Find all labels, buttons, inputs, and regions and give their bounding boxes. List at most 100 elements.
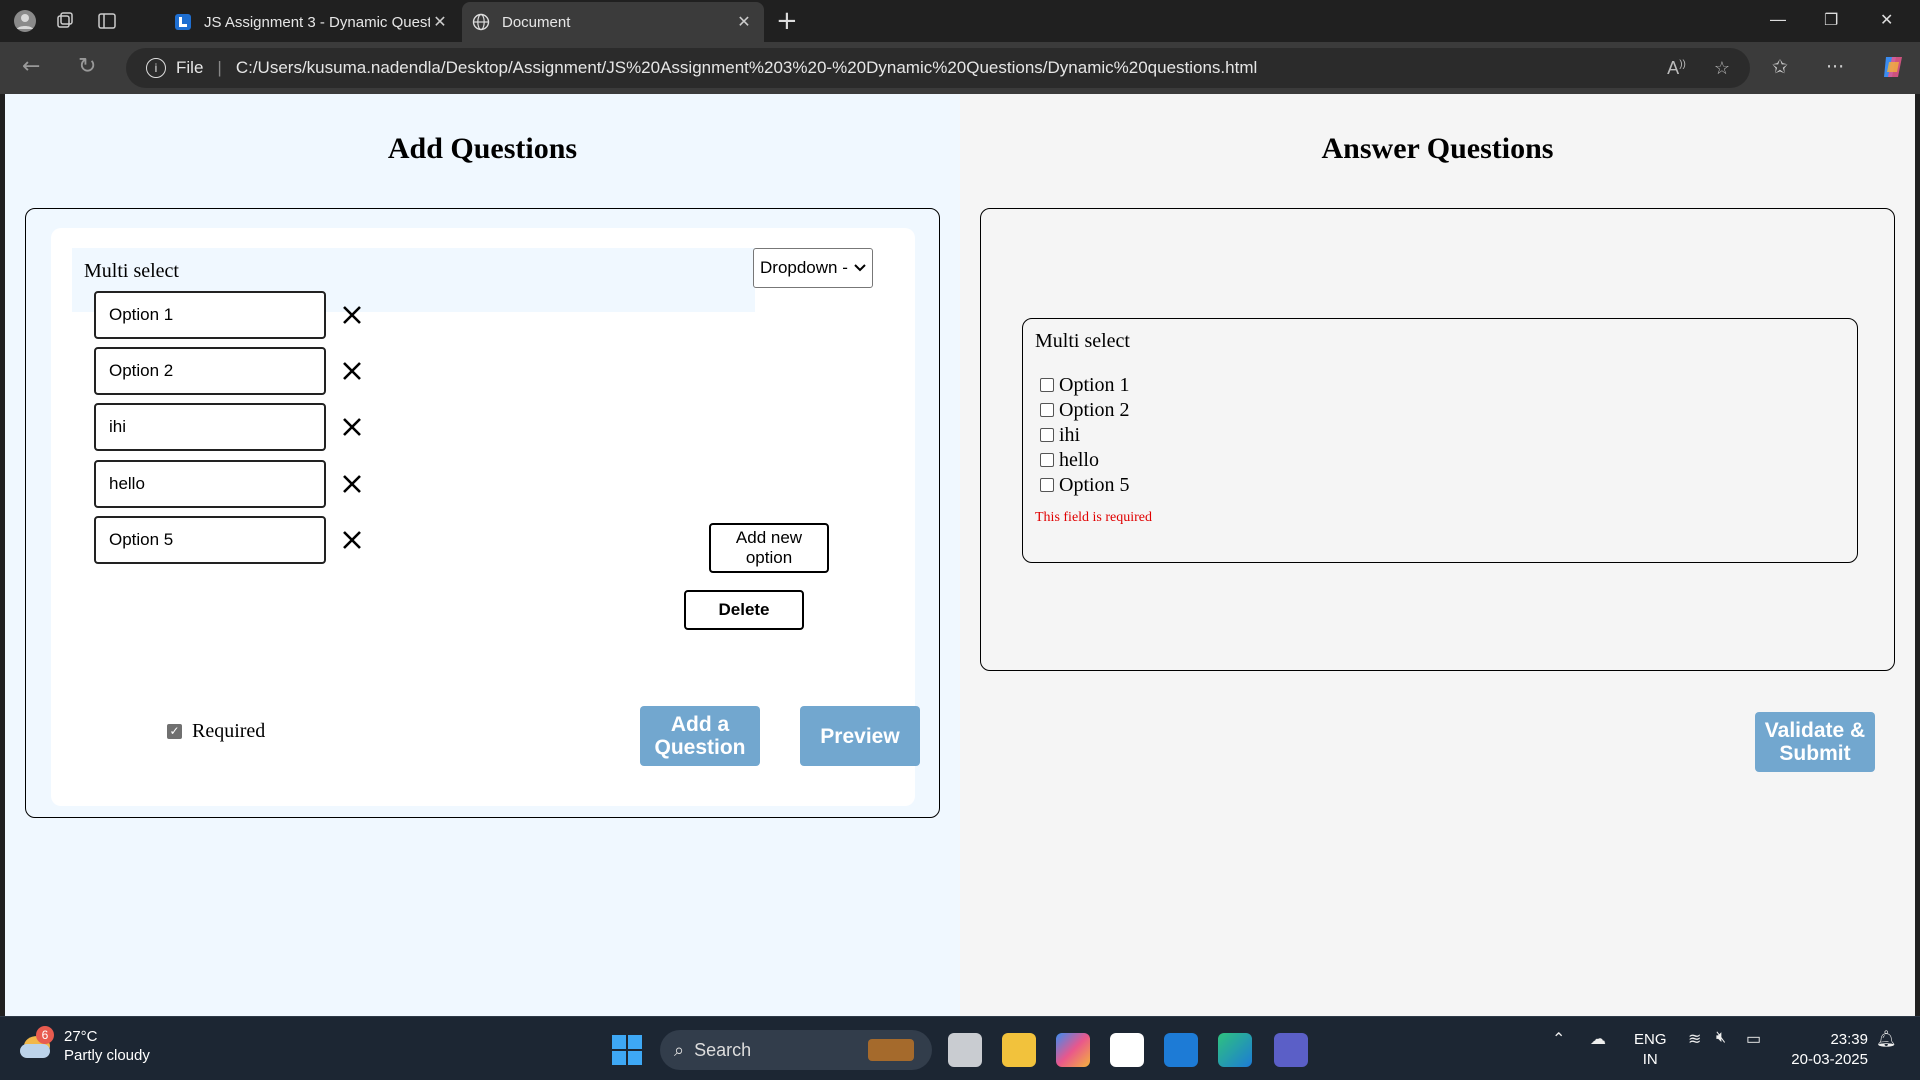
- required-checkbox[interactable]: ✓: [167, 724, 182, 739]
- weather-badge: 6: [36, 1026, 54, 1044]
- option-checkbox[interactable]: [1040, 428, 1054, 442]
- clock-date: 20-03-2025: [1791, 1051, 1868, 1068]
- language-indicator[interactable]: ENG IN: [1634, 1030, 1667, 1070]
- close-tab-icon[interactable]: ✕: [430, 12, 450, 32]
- option-label: hello: [1059, 448, 1099, 471]
- option-label: Option 1: [1059, 373, 1130, 396]
- refresh-icon[interactable]: ↻: [78, 54, 96, 79]
- workspaces-icon[interactable]: [52, 8, 78, 34]
- profile-icon[interactable]: [12, 8, 38, 34]
- remove-option-icon[interactable]: [338, 413, 366, 441]
- restore-icon[interactable]: ❐: [1824, 10, 1838, 29]
- battery-icon[interactable]: ▭: [1746, 1029, 1761, 1049]
- edge-icon[interactable]: [1218, 1033, 1252, 1067]
- option-label: Option 2: [1059, 398, 1130, 421]
- add-question-button[interactable]: Add a Question: [640, 706, 760, 766]
- answer-question-title: Multi select: [1035, 330, 1130, 352]
- option-checkbox[interactable]: [1040, 403, 1054, 417]
- taskbar-search[interactable]: ⌕ Search: [660, 1030, 932, 1070]
- answer-option[interactable]: ihi: [1040, 423, 1080, 447]
- weather-temp: 27°C: [64, 1028, 98, 1045]
- notifications-bell-icon[interactable]: 🔔︎: [1876, 1029, 1896, 1049]
- minimize-icon[interactable]: ―: [1770, 10, 1786, 29]
- remove-option-icon[interactable]: [338, 357, 366, 385]
- answer-questions-heading: Answer Questions: [1321, 132, 1554, 165]
- search-label: Search: [694, 1039, 752, 1060]
- copilot-app-icon[interactable]: [1056, 1033, 1090, 1067]
- url-text: C:/Users/kusuma.nadendla/Desktop/Assignm…: [235, 58, 1258, 77]
- remove-option-icon[interactable]: [338, 526, 366, 554]
- validation-error: This field is required: [1035, 510, 1153, 525]
- file-explorer-icon[interactable]: [1002, 1033, 1036, 1067]
- page-content: Add Questions Answer Questions Multi sel…: [5, 94, 1915, 1016]
- browser-tab-bar: JS Assignment 3 - Dynamic Questions ✕ Do…: [0, 0, 1920, 42]
- taskbar: 6 27°C Partly cloudy ⌕ Search ⌃ ☁ ENG IN…: [0, 1016, 1920, 1080]
- option-input[interactable]: hello: [94, 460, 326, 508]
- site-favicon-icon: [174, 13, 192, 31]
- vertical-tabs-icon[interactable]: [94, 8, 120, 34]
- back-icon[interactable]: ←: [22, 54, 40, 79]
- show-hidden-icons-icon[interactable]: ⌃: [1552, 1029, 1565, 1049]
- option-checkbox[interactable]: [1040, 378, 1054, 392]
- option-input[interactable]: Option 2: [94, 347, 326, 395]
- remove-option-icon[interactable]: [338, 301, 366, 329]
- close-window-icon[interactable]: ✕: [1880, 10, 1893, 29]
- option-checkbox[interactable]: [1040, 453, 1054, 467]
- divider: |: [217, 58, 222, 77]
- favorite-star-icon[interactable]: ☆: [1714, 58, 1730, 79]
- preview-button[interactable]: Preview: [800, 706, 920, 766]
- delete-button[interactable]: Delete: [684, 590, 804, 630]
- question-type-value: Dropdown - Multi: [760, 258, 854, 277]
- windows-start-icon[interactable]: [612, 1035, 642, 1065]
- validate-submit-button[interactable]: Validate & Submit: [1755, 712, 1875, 772]
- weather-widget[interactable]: 6 27°C Partly cloudy: [20, 1026, 150, 1065]
- answer-option[interactable]: hello: [1040, 448, 1099, 472]
- lang-line1: ENG: [1634, 1031, 1667, 1048]
- chevron-down-icon: [854, 261, 872, 275]
- search-icon: ⌕: [674, 1039, 685, 1060]
- scheme-label: File: [176, 58, 204, 77]
- question-type-select[interactable]: Dropdown - Multi: [753, 248, 873, 288]
- answer-card: [1022, 318, 1858, 563]
- close-tab-icon[interactable]: ✕: [734, 12, 754, 32]
- option-input[interactable]: Option 5: [94, 516, 326, 564]
- new-tab-icon[interactable]: +: [776, 8, 798, 34]
- tab-js-assignment[interactable]: JS Assignment 3 - Dynamic Questions ✕: [164, 2, 460, 42]
- task-view-icon[interactable]: [948, 1033, 982, 1067]
- address-toolbar: ← ↻ i File | C:/Users/kusuma.nadendla/De…: [0, 42, 1920, 94]
- option-label: Option 5: [1059, 473, 1130, 496]
- favorites-icon[interactable]: ✩: [1772, 56, 1788, 78]
- remove-option-icon[interactable]: [338, 470, 366, 498]
- add-option-button[interactable]: Add new option: [709, 523, 829, 573]
- globe-icon: [472, 13, 490, 31]
- question-title-text: Multi select: [84, 260, 179, 282]
- teams-icon[interactable]: [1274, 1033, 1308, 1067]
- tab-title: JS Assignment 3 - Dynamic Questions: [204, 13, 430, 31]
- outlook-icon[interactable]: [1164, 1033, 1198, 1067]
- store-icon[interactable]: [1110, 1033, 1144, 1067]
- volume-muted-icon[interactable]: 🔇︎: [1716, 1029, 1726, 1047]
- add-questions-heading: Add Questions: [387, 132, 578, 165]
- answer-option[interactable]: Option 5: [1040, 473, 1130, 497]
- option-input[interactable]: ihi: [94, 403, 326, 451]
- onedrive-icon[interactable]: ☁: [1590, 1029, 1606, 1049]
- option-label: ihi: [1059, 423, 1081, 446]
- copilot-icon[interactable]: [1880, 54, 1906, 85]
- weather-icon: 6: [20, 1026, 56, 1064]
- required-label: Required: [192, 720, 266, 742]
- info-icon[interactable]: i: [146, 58, 166, 78]
- clock[interactable]: 23:39 20-03-2025: [1786, 1030, 1868, 1070]
- lang-line2: IN: [1642, 1051, 1658, 1068]
- clock-time: 23:39: [1830, 1031, 1868, 1048]
- wifi-icon[interactable]: ≋: [1688, 1029, 1701, 1049]
- answer-option[interactable]: Option 2: [1040, 398, 1130, 422]
- address-bar[interactable]: i File | C:/Users/kusuma.nadendla/Deskto…: [126, 48, 1750, 88]
- option-checkbox[interactable]: [1040, 478, 1054, 492]
- read-aloud-icon[interactable]: A)): [1667, 58, 1686, 79]
- required-toggle[interactable]: ✓ Required: [167, 720, 265, 743]
- more-menu-icon[interactable]: ···: [1826, 56, 1844, 78]
- answer-option[interactable]: Option 1: [1040, 373, 1130, 397]
- tab-title: Document: [502, 13, 571, 31]
- option-input[interactable]: Option 1: [94, 291, 326, 339]
- tab-document[interactable]: Document ✕: [462, 2, 764, 42]
